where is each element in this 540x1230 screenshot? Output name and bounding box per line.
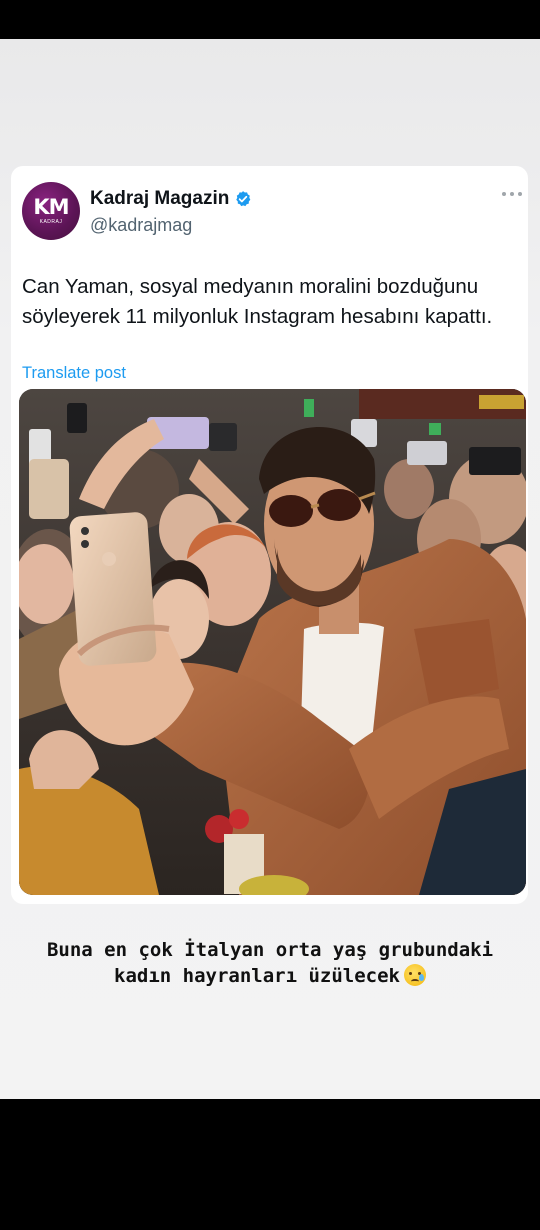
- avatar[interactable]: KM KADRAJ: [22, 182, 80, 240]
- avatar-logo-subtext: KADRAJ: [39, 219, 63, 225]
- avatar-logo-text: KM: [33, 195, 69, 219]
- caption-line-2: kadın hayranları üzülecek: [114, 965, 400, 987]
- navigation-bar: [0, 1099, 540, 1230]
- more-options-icon[interactable]: [502, 190, 522, 198]
- status-bar: [0, 0, 540, 39]
- author-name-row[interactable]: Kadraj Magazin: [90, 188, 252, 210]
- post-image[interactable]: [19, 389, 526, 895]
- verified-badge-icon: [236, 191, 251, 207]
- author-display-name[interactable]: Kadraj Magazin: [90, 188, 229, 210]
- caption-line-2-wrap: kadın hayranları üzülecek: [0, 963, 540, 989]
- selfie-photo-illustration: [19, 389, 526, 895]
- post-card[interactable]: KM KADRAJ Kadraj Magazin @kadrajmag Can …: [11, 166, 528, 904]
- translate-post-link[interactable]: Translate post: [22, 364, 126, 383]
- caption-line-1: Buna en çok İtalyan orta yaş grubundaki: [46, 939, 494, 961]
- story-caption: Buna en çok İtalyan orta yaş grubundaki …: [0, 937, 540, 989]
- post-text: Can Yaman, sosyal medyanın moralini bozd…: [22, 275, 493, 328]
- sad-tear-emoji-icon: [403, 964, 426, 986]
- author-handle[interactable]: @kadrajmag: [90, 215, 192, 236]
